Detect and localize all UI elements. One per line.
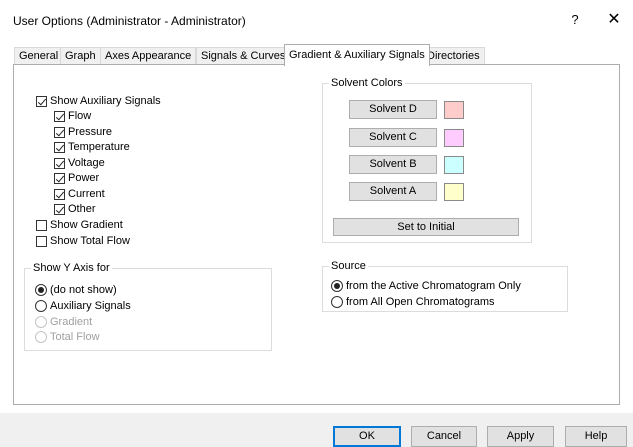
checkbox-box[interactable] [36, 235, 47, 247]
radio-button[interactable] [35, 300, 47, 312]
checkbox-box[interactable] [54, 172, 65, 184]
source-option-all-open[interactable]: from All Open Chromatograms [331, 296, 495, 308]
solvent-c-button[interactable]: Solvent C [349, 128, 437, 147]
checkbox-box[interactable] [54, 188, 65, 200]
radio-button [35, 331, 47, 343]
checkbox-label: Temperature [68, 141, 130, 153]
radio-label: from the Active Chromatogram Only [346, 280, 521, 292]
title-bar: User Options (Administrator - Administra… [0, 0, 633, 40]
show-y-axis-group: Show Y Axis for (do not show) Auxiliary … [24, 262, 272, 351]
close-icon[interactable]: ✕ [603, 9, 625, 31]
temperature-checkbox[interactable]: Temperature [54, 141, 130, 153]
checkbox-box[interactable] [54, 141, 65, 153]
tab-signals-curves[interactable]: Signals & Curves [196, 47, 291, 65]
checkbox-box[interactable] [54, 157, 65, 169]
set-to-initial-button[interactable]: Set to Initial [333, 218, 519, 236]
checkbox-label: Pressure [68, 126, 113, 138]
solvent-a-button[interactable]: Solvent A [349, 182, 437, 201]
solvent-d-color-swatch[interactable] [444, 101, 464, 119]
checkbox-label: Other [68, 203, 96, 215]
checkbox-label: Flow [68, 110, 92, 122]
radio-label: Auxiliary Signals [50, 300, 131, 312]
dialog-footer: OK Cancel Apply Help [0, 413, 633, 447]
ok-button[interactable]: OK [333, 426, 401, 447]
source-option-active[interactable]: from the Active Chromatogram Only [331, 280, 521, 292]
solvent-a-color-swatch[interactable] [444, 183, 464, 201]
radio-label: (do not show) [50, 284, 117, 296]
checkbox-box[interactable] [54, 110, 65, 122]
tab-directories[interactable]: Directories [422, 47, 485, 65]
radio-button[interactable] [331, 296, 343, 308]
radio-label: from All Open Chromatograms [346, 296, 495, 308]
y-axis-option-total-flow: Total Flow [35, 331, 100, 343]
tab-panel: Show Auxiliary Signals Flow Pressure Tem… [13, 64, 620, 405]
checkbox-box[interactable] [54, 126, 65, 138]
radio-button[interactable] [331, 280, 343, 292]
current-checkbox[interactable]: Current [54, 188, 105, 200]
y-axis-option-gradient: Gradient [35, 316, 92, 328]
radio-label: Total Flow [50, 331, 100, 343]
show-auxiliary-signals-checkbox[interactable]: Show Auxiliary Signals [36, 95, 161, 107]
group-label: Solvent Colors [329, 77, 405, 89]
voltage-checkbox[interactable]: Voltage [54, 157, 105, 169]
group-label: Show Y Axis for [31, 262, 112, 274]
radio-button [35, 316, 47, 328]
solvent-b-button[interactable]: Solvent B [349, 155, 437, 174]
tab-graph[interactable]: Graph [60, 47, 101, 65]
checkbox-label: Show Gradient [50, 219, 123, 231]
checkbox-box[interactable] [36, 219, 47, 231]
checkbox-label: Voltage [68, 157, 105, 169]
y-axis-option-none[interactable]: (do not show) [35, 284, 117, 296]
pressure-checkbox[interactable]: Pressure [54, 126, 112, 138]
checkbox-label: Current [68, 188, 105, 200]
tab-axes-appearance[interactable]: Axes Appearance [100, 47, 197, 65]
checkbox-label: Power [68, 172, 100, 184]
solvent-b-color-swatch[interactable] [444, 156, 464, 174]
checkbox-label: Show Total Flow [50, 235, 130, 247]
show-total-flow-checkbox[interactable]: Show Total Flow [36, 235, 130, 247]
flow-checkbox[interactable]: Flow [54, 110, 91, 122]
window-title: User Options (Administrator - Administra… [13, 14, 246, 28]
tab-gradient-auxiliary-signals[interactable]: Gradient & Auxiliary Signals [284, 44, 430, 66]
power-checkbox[interactable]: Power [54, 172, 99, 184]
apply-button[interactable]: Apply [487, 426, 554, 447]
solvent-d-button[interactable]: Solvent D [349, 100, 437, 119]
tab-general[interactable]: General [14, 47, 64, 65]
show-gradient-checkbox[interactable]: Show Gradient [36, 219, 123, 231]
help-button[interactable]: Help [565, 426, 627, 447]
radio-label: Gradient [50, 316, 93, 328]
group-label: Source [329, 260, 368, 272]
y-axis-option-auxiliary[interactable]: Auxiliary Signals [35, 300, 131, 312]
help-icon[interactable]: ? [564, 9, 586, 31]
radio-button[interactable] [35, 284, 47, 296]
cancel-button[interactable]: Cancel [411, 426, 477, 447]
checkbox-box[interactable] [54, 203, 65, 215]
checkbox-box[interactable] [36, 95, 47, 107]
other-checkbox[interactable]: Other [54, 203, 96, 215]
checkbox-label: Show Auxiliary Signals [50, 95, 161, 107]
solvent-c-color-swatch[interactable] [444, 129, 464, 147]
source-group: Source from the Active Chromatogram Only… [322, 260, 568, 312]
solvent-colors-group: Solvent Colors Solvent D Solvent C Solve… [322, 77, 532, 243]
